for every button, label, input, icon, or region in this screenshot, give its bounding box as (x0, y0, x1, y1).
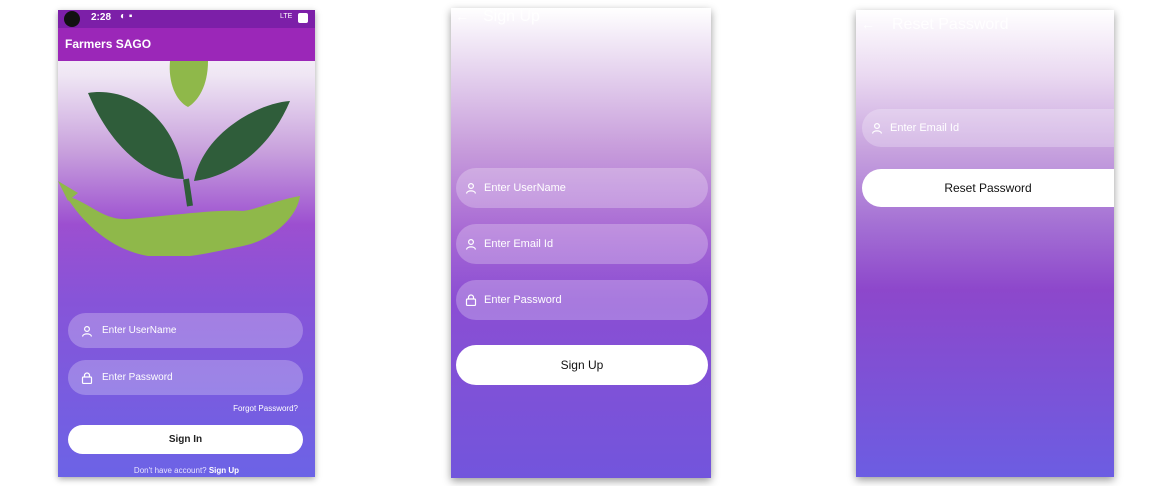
username-field[interactable]: Enter UserName (456, 168, 708, 208)
reset-password-label: Reset Password (944, 181, 1032, 195)
status-time: 2:28 (91, 12, 112, 23)
username-field[interactable]: Enter UserName (68, 313, 303, 348)
signup-prompt: Don't have account? Sign Up (58, 466, 315, 475)
person-icon (464, 237, 478, 251)
password-placeholder: Enter Password (484, 294, 562, 306)
username-placeholder: Enter UserName (102, 325, 177, 336)
sign-in-button[interactable]: Sign In (68, 425, 303, 454)
email-field[interactable]: Enter Email Id (862, 109, 1114, 147)
sign-up-link[interactable]: Sign Up (209, 466, 239, 475)
forgot-password-link[interactable]: Forgot Password? (233, 404, 298, 413)
app-title: Farmers SAGO (65, 37, 152, 51)
reset-password-button[interactable]: Reset Password (862, 169, 1114, 207)
person-icon (80, 324, 94, 338)
signup-screen: ← Sign Up Enter UserName Enter Email Id … (451, 8, 711, 478)
sign-up-button[interactable]: Sign Up (456, 345, 708, 385)
password-placeholder: Enter Password (102, 372, 173, 383)
status-icons: ◐ ▪ (120, 11, 133, 22)
email-placeholder: Enter Email Id (890, 122, 960, 134)
reset-password-screen: ← Reset Password Enter Email Id Reset Pa… (856, 10, 1114, 477)
network-label: LTE (280, 13, 293, 20)
reset-title: Reset Password (892, 16, 1009, 33)
lock-icon (80, 371, 94, 385)
signup-title: Sign Up (483, 8, 540, 25)
password-field[interactable]: Enter Password (68, 360, 303, 395)
sign-up-label: Sign Up (560, 358, 604, 372)
sign-in-label: Sign In (168, 434, 203, 445)
back-arrow-icon[interactable]: ← (861, 16, 875, 32)
app-bar: Farmers SAGO (58, 28, 315, 61)
status-bar: 2:28 ◐ ▪ LTE (58, 10, 315, 28)
password-field[interactable]: Enter Password (456, 280, 708, 320)
lock-icon (464, 293, 478, 307)
email-placeholder: Enter Email Id (484, 238, 554, 250)
battery-icon (298, 13, 308, 23)
person-icon (464, 181, 478, 195)
username-placeholder: Enter UserName (484, 182, 566, 194)
no-account-text: Don't have account? (133, 466, 207, 475)
back-arrow-icon[interactable]: ← (455, 8, 469, 24)
person-icon (870, 121, 884, 135)
login-screen: 2:28 ◐ ▪ LTE Farmers SAGO Enter UserName… (58, 10, 315, 477)
email-field[interactable]: Enter Email Id (456, 224, 708, 264)
camera-icon (64, 11, 80, 27)
farm-logo (58, 61, 300, 256)
